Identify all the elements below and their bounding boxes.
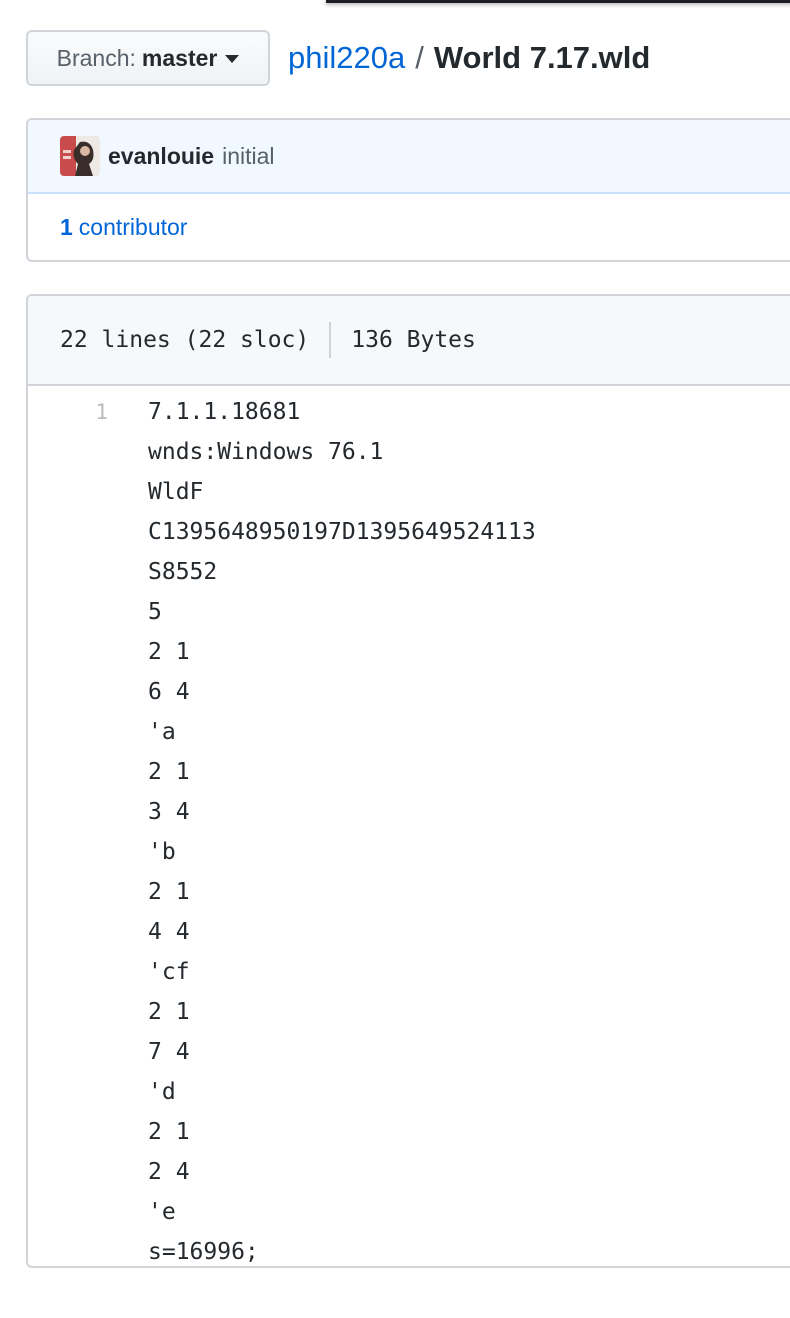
line-text: 7 4 <box>148 1039 190 1065</box>
code-line: 'e <box>28 1192 790 1232</box>
code-line: 2 1 <box>28 1112 790 1152</box>
line-text: 'b <box>148 839 176 865</box>
code-line: WldF <box>28 472 790 512</box>
line-text: 2 1 <box>148 999 190 1025</box>
code-line: 'cf <box>28 952 790 992</box>
code-line: 2 1 <box>28 752 790 792</box>
code-line: 1 7.1.1.18681 <box>28 392 790 432</box>
line-text: 'a <box>148 719 176 745</box>
code-line: 5 <box>28 592 790 632</box>
code-line: 4 4 <box>28 912 790 952</box>
line-number[interactable]: 1 <box>28 400 110 424</box>
line-text: wnds:Windows 76.1 <box>148 439 384 465</box>
line-text: 2 1 <box>148 639 190 665</box>
code-line: 'a <box>28 712 790 752</box>
caret-down-icon <box>225 55 240 63</box>
line-text: 'e <box>148 1199 176 1225</box>
file-size: 136 Bytes <box>351 327 476 353</box>
code-line: 2 1 <box>28 992 790 1032</box>
line-text: 3 4 <box>148 799 190 825</box>
code-line: 2 1 <box>28 632 790 672</box>
file-line-count: 22 lines (22 sloc) <box>60 327 310 353</box>
window-shadow-edge <box>326 0 790 3</box>
file-navigation: Branch: master phil220a / World 7.17.wld <box>26 30 650 86</box>
file-info-header: 22 lines (22 sloc) 136 Bytes <box>28 296 790 386</box>
code-line: wnds:Windows 76.1 <box>28 432 790 472</box>
line-text: 6 4 <box>148 679 190 705</box>
contributors-label: contributor <box>78 213 188 240</box>
line-text: 2 1 <box>148 759 190 785</box>
commit-tease: evanlouie initial <box>28 120 790 194</box>
breadcrumb-separator: / <box>415 40 424 75</box>
code-blob: 1 7.1.1.18681 wnds:Windows 76.1 WldF C139564… <box>28 386 790 1266</box>
line-text: 'cf <box>148 959 190 985</box>
line-text: 7.1.1.18681 <box>148 399 301 425</box>
breadcrumb-repo-link[interactable]: phil220a <box>288 40 405 76</box>
commit-author-link[interactable]: evanlouie <box>108 143 214 170</box>
line-text: 5 <box>148 599 162 625</box>
line-text: WldF <box>148 479 204 505</box>
branch-name: master <box>141 44 218 71</box>
code-line: 2 1 <box>28 872 790 912</box>
line-text: C1395648950197D1395649524113 <box>148 519 536 545</box>
code-line: 3 4 <box>28 792 790 832</box>
breadcrumb: phil220a / World 7.17.wld <box>288 40 650 76</box>
contributors-count: 1 <box>60 213 73 240</box>
line-text: s=16996; <box>148 1239 259 1265</box>
code-line: 7 4 <box>28 1032 790 1072</box>
code-line: S8552 <box>28 552 790 592</box>
code-line: 2 4 <box>28 1152 790 1192</box>
breadcrumb-file-name: World 7.17.wld <box>433 40 651 75</box>
code-line: 6 4 <box>28 672 790 712</box>
line-text: 2 1 <box>148 879 190 905</box>
file-info-divider <box>329 322 332 358</box>
code-line: 'd <box>28 1072 790 1112</box>
code-line: C1395648950197D1395649524113 <box>28 512 790 552</box>
user-avatar-icon[interactable] <box>60 136 100 176</box>
branch-select-button[interactable]: Branch: master <box>26 30 270 86</box>
line-text: 4 4 <box>148 919 190 945</box>
branch-label: Branch: <box>56 44 136 71</box>
code-line: 'b <box>28 832 790 872</box>
code-line: s=16996; <box>28 1232 790 1266</box>
line-text: 2 4 <box>148 1159 190 1185</box>
contributors-link[interactable]: 1 contributor <box>28 194 790 260</box>
latest-commit-box: evanlouie initial 1 contributor <box>26 118 790 262</box>
commit-message-link[interactable]: initial <box>222 143 274 170</box>
line-text: 2 1 <box>148 1119 190 1145</box>
line-text: 'd <box>148 1079 176 1105</box>
file-viewer: 22 lines (22 sloc) 136 Bytes 1 7.1.1.1868… <box>26 294 790 1268</box>
line-text: S8552 <box>148 559 218 585</box>
